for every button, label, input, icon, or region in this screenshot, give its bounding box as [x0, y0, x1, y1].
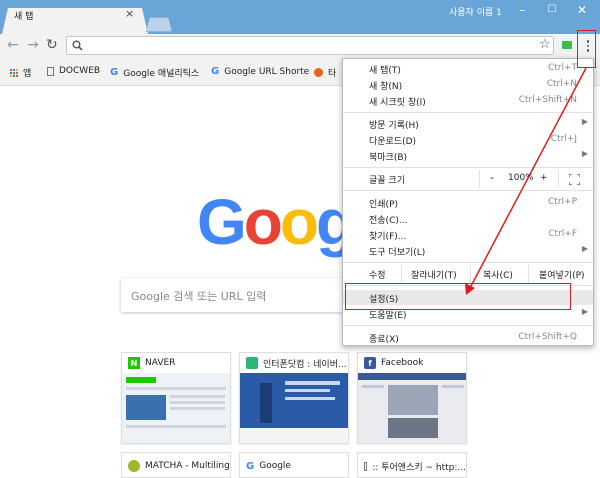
annotation-arrow [465, 67, 587, 295]
